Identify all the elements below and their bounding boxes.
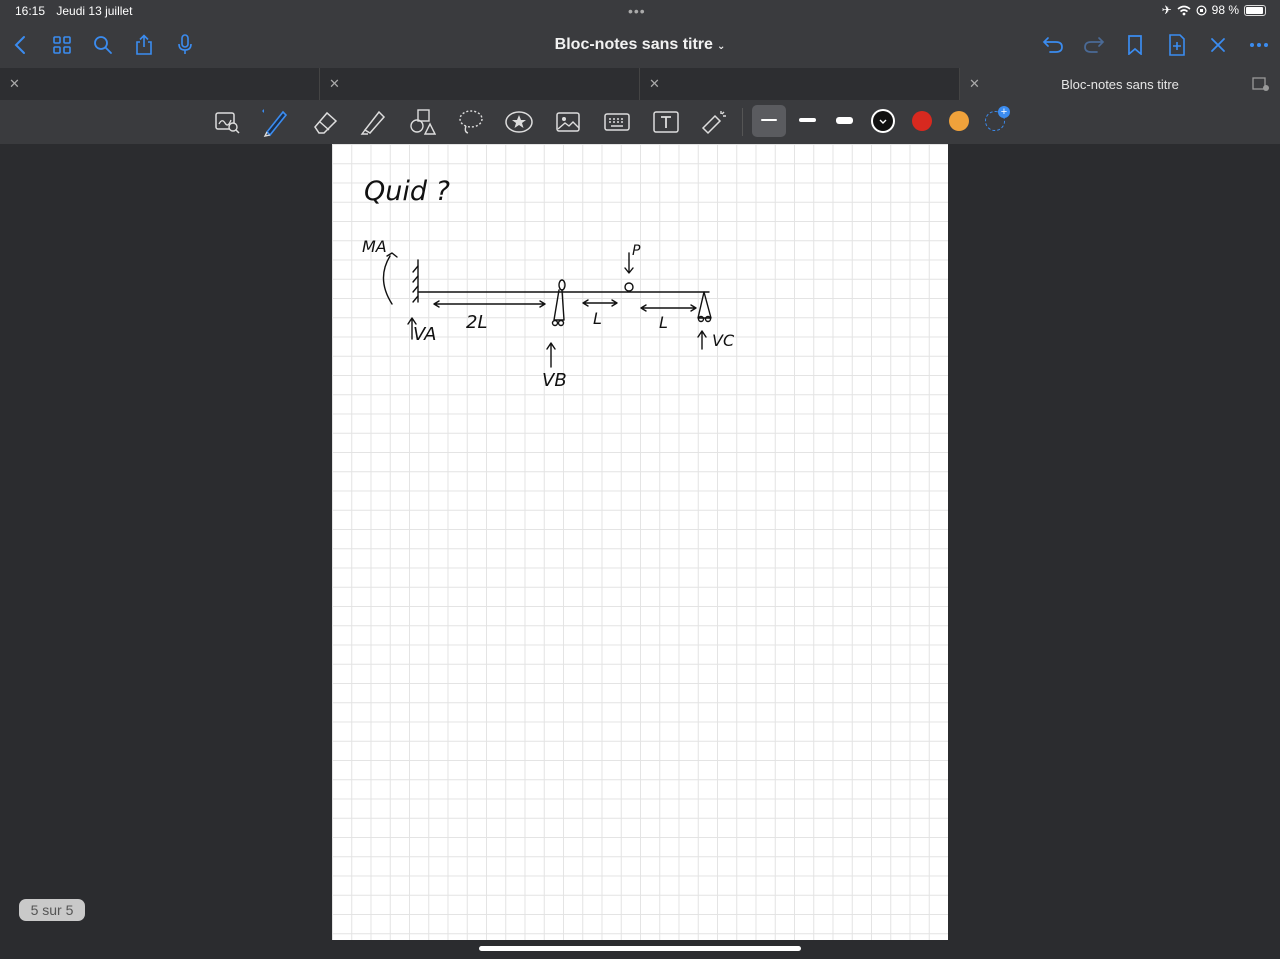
scan-doc-tool[interactable] [211,106,243,138]
close-tab-icon[interactable]: ✕ [9,76,20,92]
close-tab-icon[interactable]: ✕ [649,76,660,92]
stroke-thin-icon [761,119,777,121]
label-vc: VC [712,331,735,350]
laser-pointer-icon [701,111,726,135]
bookmark-button[interactable] [1120,30,1150,60]
undo-button[interactable] [1038,30,1068,60]
handwriting-layer: Quid ? MA VA VB VC P 2L L L [362,176,735,391]
color-black-selected[interactable] [873,111,893,131]
chevron-down-icon: ⌄ [716,41,726,52]
redo-button[interactable] [1079,30,1109,60]
airplane-mode-icon: ✈ [1161,3,1172,17]
sticker-tool[interactable] [503,106,535,138]
close-tab-icon[interactable]: ✕ [329,76,340,92]
wall-hatching [412,265,419,303]
status-bar: 16:15 Jeudi 13 juillet ••• ✈ 98 % [0,0,1280,22]
stroke-thin-option-selected[interactable] [752,105,786,137]
document-title-text: Bloc-notes sans titre [554,36,713,53]
add-page-icon [1169,34,1185,56]
add-color-button[interactable]: + [985,106,1010,131]
tab-2[interactable]: ✕ [320,68,640,100]
more-button[interactable] [1244,30,1274,60]
close-pen-icon [1211,38,1225,52]
eraser-icon [314,111,338,134]
highlighter-tool[interactable] [357,106,389,138]
redo-icon [1084,37,1105,53]
plus-icon: + [998,106,1010,118]
pen-icon [262,109,288,137]
text-box-icon [653,111,679,133]
shapes-icon [410,109,436,135]
tab-3[interactable]: ✕ [640,68,960,100]
internal-hinge [624,282,634,292]
roller-b-1 [551,319,559,327]
tab-bar: ✕ ✕ ✕ ✕ Bloc-notes sans titre [0,68,1280,100]
text-box-tool[interactable] [650,106,682,138]
dim-2l [433,300,546,308]
orientation-lock-icon [1196,4,1207,16]
lasso-tool[interactable] [455,106,487,138]
color-red[interactable] [912,111,932,131]
bookmark-icon [1128,35,1142,55]
status-time: 16:15 [15,4,46,18]
dim-l-2 [640,304,697,312]
label-ma: MA [362,237,387,256]
roller-c-1 [697,315,705,323]
status-right: ✈ 98 % [1162,3,1266,17]
roller-support-b [553,289,565,321]
highlighter-icon [360,110,386,135]
status-left: 16:15 Jeudi 13 juillet [15,4,140,18]
battery-icon [1244,4,1266,16]
multitasking-dots-icon[interactable]: ••• [628,3,646,19]
page-indicator: 5 sur 5 [19,899,85,921]
dim-l-1 [582,299,618,307]
scan-doc-icon [215,112,240,134]
image-icon [556,112,580,132]
hinge-b [558,279,566,291]
label-l-1: L [593,309,602,328]
undo-icon [1042,37,1063,53]
label-2l: 2L [466,312,487,333]
roller-b-2 [557,319,565,327]
arrow-vb [546,342,556,368]
shapes-tool[interactable] [406,106,438,138]
drawing-toolbar [0,100,1280,144]
color-orange[interactable] [949,111,969,131]
wifi-icon [1177,5,1191,15]
pen-tool[interactable] [258,106,290,138]
image-tool[interactable] [552,106,584,138]
chevron-down-icon [879,119,887,124]
battery-percent: 98 % [1211,3,1239,17]
add-page-button[interactable] [1162,30,1192,60]
arrow-vc [697,330,707,350]
label-vb: VB [542,370,567,391]
split-view-icon[interactable] [1252,76,1270,92]
stroke-thick-option[interactable] [836,117,853,124]
more-icon [1250,43,1268,47]
label-va: VA [413,324,436,345]
navigation-bar: Bloc-notes sans titre ⌄ [0,22,1280,68]
label-l-2: L [659,313,668,332]
label-p: P [632,243,641,259]
note-title-handwriting: Quid ? [364,176,450,207]
tab-1[interactable]: ✕ [0,68,320,100]
status-date: Jeudi 13 juillet [56,4,133,18]
moment-arc [382,255,393,305]
stroke-medium-option[interactable] [799,118,816,122]
moment-arrowhead [386,252,398,258]
eraser-tool[interactable] [309,106,341,138]
laser-pointer-tool[interactable] [698,106,730,138]
roller-support-c [697,291,712,319]
home-indicator[interactable] [479,946,801,951]
tab-label: Bloc-notes sans titre [1061,77,1179,92]
keyboard-icon [604,113,630,131]
tab-active[interactable]: ✕ Bloc-notes sans titre [960,68,1280,100]
keyboard-tool[interactable] [601,106,633,138]
lasso-icon [459,110,483,134]
toolbar-divider [742,108,743,136]
close-edit-button[interactable] [1203,30,1233,60]
sticker-icon [505,111,533,133]
note-page-canvas[interactable]: Quid ? MA VA VB VC P 2L L L [332,144,948,940]
roller-c-2 [704,315,712,323]
